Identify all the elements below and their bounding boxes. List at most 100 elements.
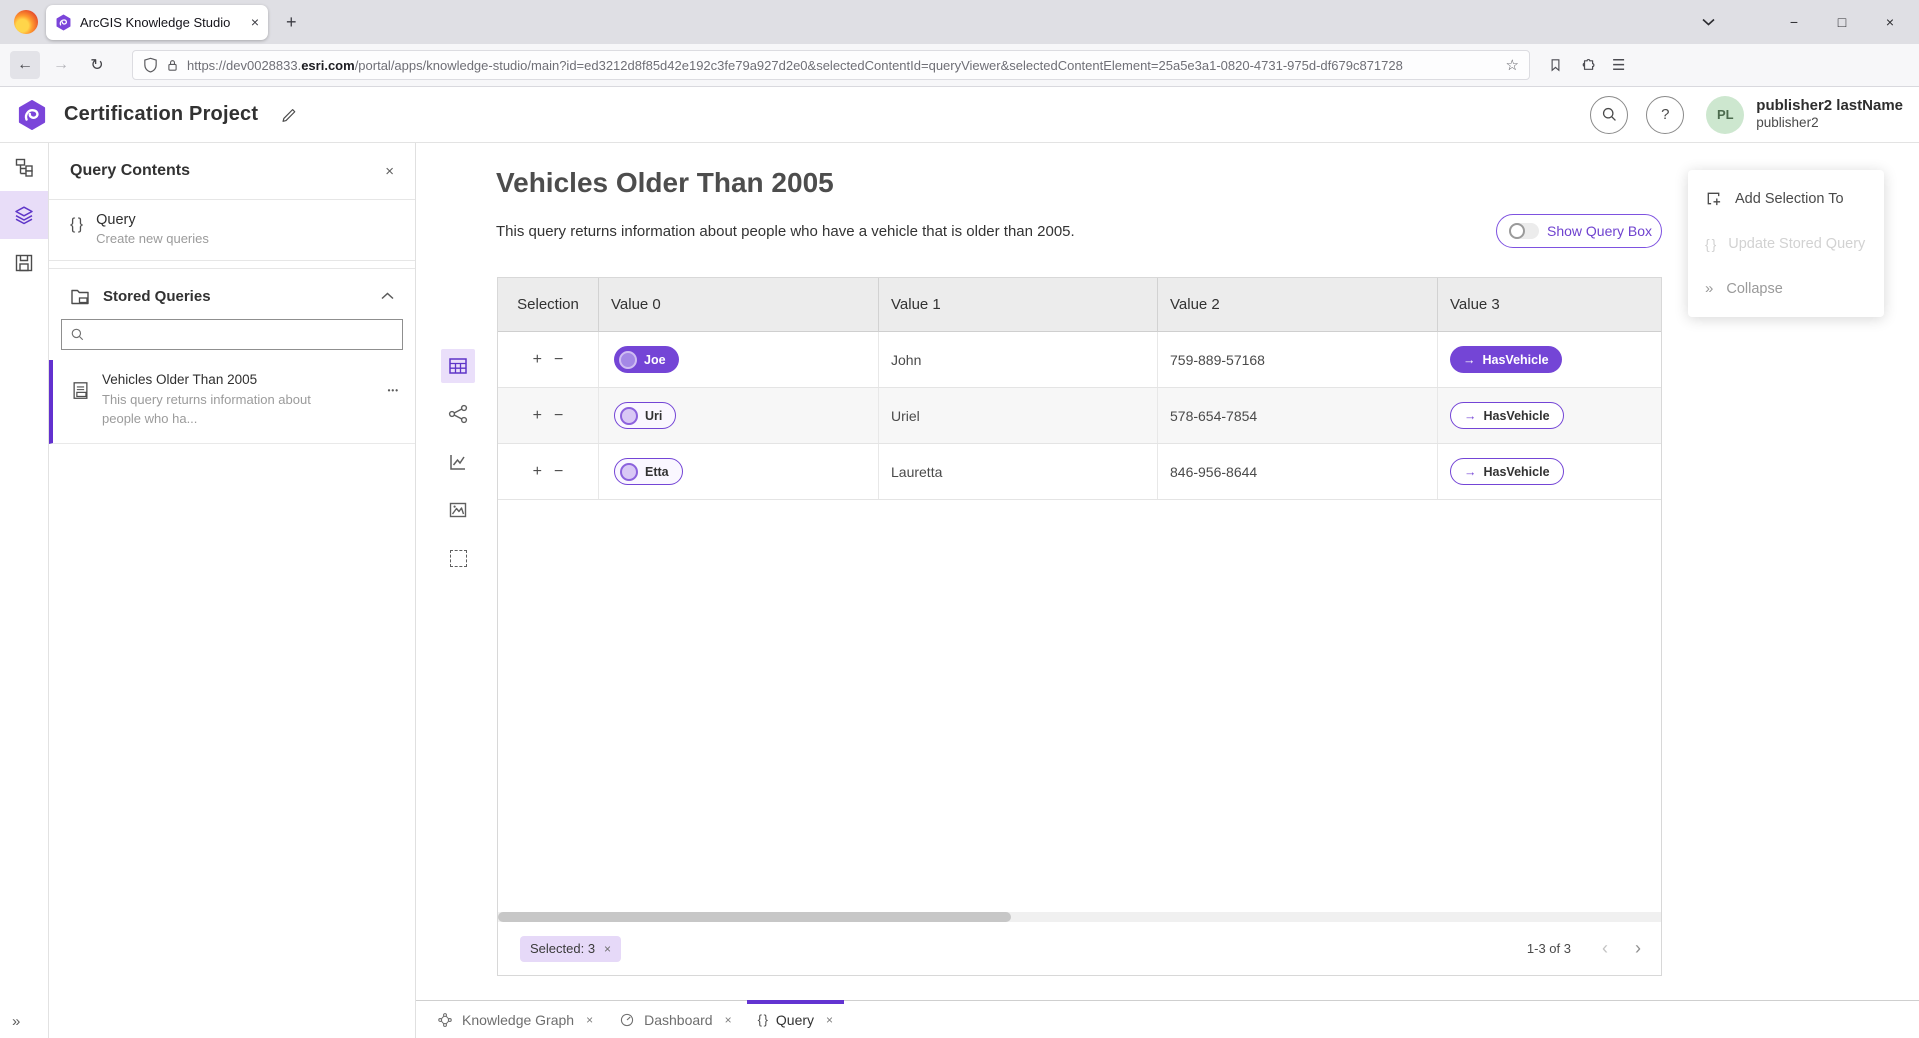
- page-range: 1-3 of 3: [1527, 941, 1571, 956]
- expand-rail-icon[interactable]: »: [12, 1013, 20, 1030]
- relationship-pill[interactable]: →HasVehicle: [1450, 402, 1564, 429]
- arcgis-knowledge-favicon-icon: [55, 14, 72, 31]
- horizontal-scrollbar[interactable]: [498, 912, 1661, 922]
- query-contents-panel: Query Contents × { } Query Create new qu…: [49, 143, 416, 1038]
- table-row[interactable]: + − Etta Lauretta 846-956-8644 →HasVehic…: [498, 444, 1661, 500]
- collapse-icon: »: [1705, 280, 1713, 297]
- tool-table-view[interactable]: [441, 349, 475, 383]
- entity-pill[interactable]: Joe: [614, 346, 679, 373]
- stored-query-item[interactable]: Vehicles Older Than 2005 This query retu…: [49, 360, 415, 444]
- remove-from-selection-icon[interactable]: −: [554, 407, 563, 425]
- firefox-logo-icon[interactable]: [14, 10, 38, 34]
- search-input[interactable]: [91, 327, 394, 342]
- entity-pill[interactable]: Etta: [614, 458, 683, 485]
- cell-value: Uriel: [878, 388, 1157, 443]
- table-row[interactable]: + − Joe John 759-889-57168 →HasVehicle: [498, 332, 1661, 388]
- braces-icon: { }: [70, 216, 82, 234]
- toggle-track[interactable]: [1509, 223, 1539, 239]
- entity-avatar: [620, 407, 638, 425]
- url-bar[interactable]: https://dev0028833.esri.com/portal/apps/…: [132, 50, 1530, 80]
- tab-dashboard[interactable]: Dashboard ×: [606, 1001, 745, 1038]
- window-controls: − □ ×: [1702, 14, 1909, 30]
- remove-from-selection-icon[interactable]: −: [554, 351, 563, 369]
- forward-button[interactable]: →: [46, 51, 76, 79]
- item-options-icon[interactable]: •••: [388, 386, 399, 395]
- list-tabs-chevron-icon[interactable]: [1702, 18, 1715, 26]
- tool-map[interactable]: [441, 493, 475, 527]
- marquee-select-icon: [450, 550, 467, 567]
- new-tab-button[interactable]: +: [286, 13, 297, 31]
- previous-page-icon[interactable]: ‹: [1602, 938, 1608, 959]
- search-button[interactable]: [1590, 96, 1628, 134]
- chevron-up-icon[interactable]: [381, 292, 394, 300]
- selected-count-chip[interactable]: Selected: 3 ×: [520, 936, 621, 962]
- tab-query[interactable]: { } Query ×: [745, 1001, 846, 1038]
- menu-icon[interactable]: ☰: [1612, 56, 1625, 74]
- content-tab-bar: Knowledge Graph × Dashboard × { } Query …: [416, 1000, 1919, 1038]
- add-to-selection-icon[interactable]: +: [533, 463, 542, 481]
- shield-icon[interactable]: [143, 57, 158, 73]
- stored-queries-search[interactable]: [61, 319, 403, 350]
- app-body: » Query Contents × { } Query Create new …: [0, 143, 1919, 1038]
- table-empty-area: [498, 500, 1661, 912]
- arcgis-knowledge-logo-icon: [16, 99, 48, 131]
- add-to-selection-icon[interactable]: +: [533, 407, 542, 425]
- entity-avatar: [619, 351, 637, 369]
- show-query-box-toggle[interactable]: Show Query Box: [1496, 214, 1662, 248]
- tab-close-icon[interactable]: ×: [586, 1013, 593, 1027]
- dashboard-gauge-icon: [619, 1012, 635, 1028]
- arrow-right-icon: →: [1463, 353, 1476, 367]
- remove-from-selection-icon[interactable]: −: [554, 463, 563, 481]
- cell-value: 578-654-7854: [1157, 388, 1437, 443]
- rail-item-save[interactable]: [0, 239, 48, 287]
- clear-selection-icon[interactable]: ×: [604, 942, 611, 956]
- reload-button[interactable]: ↻: [82, 51, 112, 79]
- user-info[interactable]: publisher2 lastName publisher2: [1756, 97, 1903, 133]
- tool-link-chart[interactable]: [441, 397, 475, 431]
- search-icon: [70, 327, 85, 342]
- layers-icon: [14, 205, 34, 225]
- panel-header: Query Contents ×: [49, 143, 415, 200]
- relationship-pill[interactable]: →HasVehicle: [1450, 458, 1564, 485]
- minimize-button[interactable]: −: [1785, 14, 1803, 30]
- page-description: This query returns information about peo…: [496, 223, 1075, 240]
- navbar-actions: ☰: [1548, 56, 1625, 74]
- selected-count-label: Selected: 3: [530, 941, 595, 956]
- lock-icon[interactable]: [166, 58, 179, 73]
- tool-chart[interactable]: [441, 445, 475, 479]
- menu-item-update-stored-query: { } Update Stored Query: [1688, 221, 1884, 266]
- tab-close-icon[interactable]: ×: [251, 15, 259, 29]
- maximize-button[interactable]: □: [1833, 14, 1851, 30]
- user-subtitle: publisher2: [1756, 115, 1903, 132]
- menu-item-add-selection-to[interactable]: Add Selection To: [1688, 176, 1884, 221]
- menu-item-collapse[interactable]: » Collapse: [1688, 266, 1884, 311]
- edit-pencil-icon[interactable]: [280, 106, 298, 124]
- entity-pill[interactable]: Uri: [614, 402, 676, 429]
- cell-value: 759-889-57168: [1157, 332, 1437, 387]
- rail-item-hierarchy[interactable]: [0, 143, 48, 191]
- stored-query-description: This query returns information aboutpeop…: [102, 391, 311, 429]
- results-table: Selection Value 0 Value 1 Value 2 Value …: [497, 277, 1662, 976]
- extensions-icon[interactable]: [1579, 57, 1596, 74]
- tab-knowledge-graph[interactable]: Knowledge Graph ×: [424, 1001, 606, 1038]
- back-button[interactable]: ←: [10, 51, 40, 79]
- tab-close-icon[interactable]: ×: [725, 1013, 732, 1027]
- window-close-button[interactable]: ×: [1881, 14, 1899, 30]
- tab-close-icon[interactable]: ×: [826, 1013, 833, 1027]
- next-page-icon[interactable]: ›: [1635, 938, 1641, 959]
- scrollbar-thumb[interactable]: [498, 912, 1011, 922]
- tool-select[interactable]: [441, 541, 475, 575]
- add-to-selection-icon[interactable]: +: [533, 351, 542, 369]
- help-button[interactable]: ?: [1646, 96, 1684, 134]
- relationship-pill[interactable]: →HasVehicle: [1450, 346, 1562, 373]
- table-row[interactable]: + − Uri Uriel 578-654-7854 →HasVehicle: [498, 388, 1661, 444]
- stored-queries-header[interactable]: Stored Queries: [49, 269, 415, 317]
- new-query-item[interactable]: { } Query Create new queries: [49, 200, 415, 261]
- pocket-icon[interactable]: [1548, 57, 1563, 73]
- rail-item-layers[interactable]: [0, 191, 48, 239]
- user-avatar[interactable]: PL: [1706, 96, 1744, 134]
- browser-tab[interactable]: ArcGIS Knowledge Studio ×: [46, 5, 268, 40]
- bookmark-star-icon[interactable]: ☆: [1506, 56, 1519, 74]
- save-icon: [14, 253, 34, 273]
- panel-close-icon[interactable]: ×: [385, 163, 394, 180]
